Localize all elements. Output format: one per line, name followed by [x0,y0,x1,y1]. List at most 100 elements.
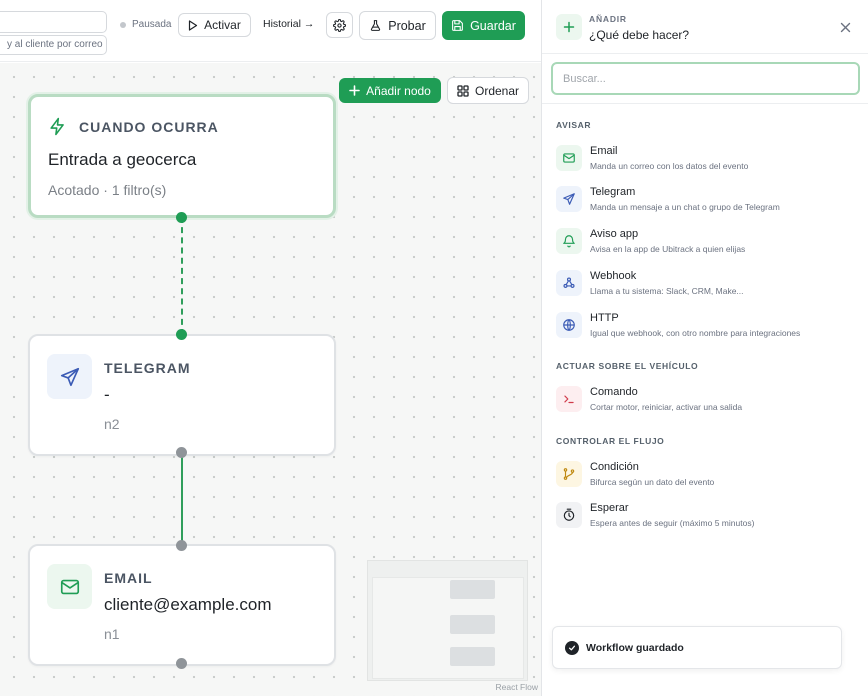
plus-icon [349,85,360,96]
grid-icon [457,84,469,97]
workflow-status: Pausada [120,19,171,30]
panel-title: ¿Qué debe hacer? [589,28,690,42]
option-description: Manda un mensaje a un chat o grupo de Te… [590,202,780,212]
save-button[interactable]: Guardar [442,11,525,40]
check-circle-icon [565,641,579,655]
send-icon [556,186,582,212]
plus-icon [556,14,582,40]
save-label: Guardar [470,18,516,33]
option-description: Espera antes de seguir (máximo 5 minutos… [590,518,755,528]
test-button[interactable]: Probar [359,11,436,40]
branch-icon [556,461,582,487]
option-app-alert[interactable]: Aviso app Avisa en la app de Ubitrack a … [556,224,856,260]
close-icon[interactable] [836,18,854,36]
option-telegram[interactable]: Telegram Manda un mensaje a un chat o gr… [556,182,856,218]
node-value: cliente@example.com [104,595,272,614]
minimap-node [450,615,495,634]
edge-trigger-telegram [181,217,183,335]
section-title-vehicle: ACTUAR SOBRE EL VEHÍCULO [556,361,699,371]
email-input-handle[interactable] [176,540,187,551]
minimap[interactable] [367,560,528,681]
option-description: Llama a tu sistema: Slack, CRM, Make... [590,286,744,296]
trigger-subtitle: Acotado · 1 filtro(s) [48,182,167,198]
telegram-output-handle[interactable] [176,447,187,458]
option-condition[interactable]: Condición Bifurca según un dato del even… [556,457,856,493]
status-dot [120,21,126,28]
option-title: Aviso app [590,228,639,240]
add-node-label: Añadir nodo [366,83,431,98]
option-title: HTTP [590,312,619,324]
trigger-title: Entrada a geocerca [48,150,197,169]
trigger-output-handle[interactable] [176,212,187,223]
terminal-icon [556,386,582,412]
add-node-button[interactable]: Añadir nodo [339,78,441,103]
settings-button[interactable] [326,12,353,38]
play-icon [189,19,198,31]
toast-notification: Workflow guardado [552,626,842,669]
option-description: Cortar motor, reiniciar, activar una sal… [590,402,743,412]
mail-icon [556,145,582,171]
option-description: Bifurca según un dato del evento [590,477,715,487]
flow-canvas[interactable]: Añadir nodo Ordenar CUANDO OCURRA Entrad… [0,63,541,696]
trigger-header: CUANDO OCURRA [48,117,219,136]
activate-label: Activar [204,18,241,32]
minimap-node [450,647,495,666]
globe-icon [556,312,582,338]
gear-icon [333,18,346,32]
option-http[interactable]: HTTP Igual que webhook, con otro nombre … [556,308,856,344]
webhook-icon [556,270,582,296]
sort-label: Ordenar [474,83,520,98]
react-flow-attribution[interactable]: React Flow [495,682,538,692]
flask-icon [371,20,381,31]
telegram-input-handle[interactable] [176,329,187,340]
search-section [542,54,868,104]
option-webhook[interactable]: Webhook Llama a tu sistema: Slack, CRM, … [556,266,856,302]
panel-header: AÑADIR ¿Qué debe hacer? [542,0,868,54]
timer-icon [556,502,582,528]
workflow-name-input[interactable] [0,11,107,33]
status-label: Pausada [132,19,172,30]
panel-kicker: AÑADIR [589,14,627,24]
option-command[interactable]: Comando Cortar motor, reiniciar, activar… [556,382,856,418]
minimap-node [450,580,495,599]
minimap-viewport[interactable] [372,577,524,679]
option-email[interactable]: Email Manda un correo con los datos del … [556,141,856,177]
trigger-kicker: CUANDO OCURRA [79,118,219,135]
node-id: n1 [104,626,120,642]
section-title-notify: AVISAR [556,120,592,130]
option-title: Condición [590,461,639,473]
workflow-toolbar: y al cliente por correo Pausada Activar … [0,0,541,62]
option-title: Telegram [590,186,636,198]
section-title-flow: CONTROLAR EL FLUJO [556,436,665,446]
option-description: Igual que webhook, con otro nombre para … [590,328,801,338]
bell-icon [556,228,582,254]
search-input[interactable] [551,62,860,95]
email-output-handle[interactable] [176,658,187,669]
history-link[interactable]: Historial → [263,18,314,30]
sort-button[interactable]: Ordenar [447,77,529,104]
option-title: Esperar [590,502,629,514]
node-type: TELEGRAM [104,360,191,376]
email-node[interactable]: EMAIL cliente@example.com n1 [28,544,336,666]
send-icon [47,354,92,399]
option-title: Email [590,145,618,157]
lightning-icon [50,117,64,136]
node-id: n2 [104,416,120,432]
telegram-node[interactable]: TELEGRAM - n2 [28,334,336,456]
trigger-node[interactable]: CUANDO OCURRA Entrada a geocerca Acotado… [28,94,336,218]
option-wait[interactable]: Esperar Espera antes de seguir (máximo 5… [556,498,856,534]
test-label: Probar [388,18,426,33]
option-title: Comando [590,386,638,398]
edge-telegram-email [181,455,183,545]
node-type: EMAIL [104,570,153,586]
activate-button[interactable]: Activar [178,13,251,37]
add-step-panel: AÑADIR ¿Qué debe hacer? AVISAR Email Man… [541,0,868,696]
toast-text: Workflow guardado [586,642,684,654]
option-description: Avisa en la app de Ubitrack a quien elij… [590,244,746,254]
node-value: - [104,385,110,404]
mail-icon [47,564,92,609]
workflow-description-input[interactable]: y al cliente por correo [0,35,107,55]
option-title: Webhook [590,270,637,282]
save-icon [452,20,463,31]
option-description: Manda un correo con los datos del evento [590,161,749,171]
